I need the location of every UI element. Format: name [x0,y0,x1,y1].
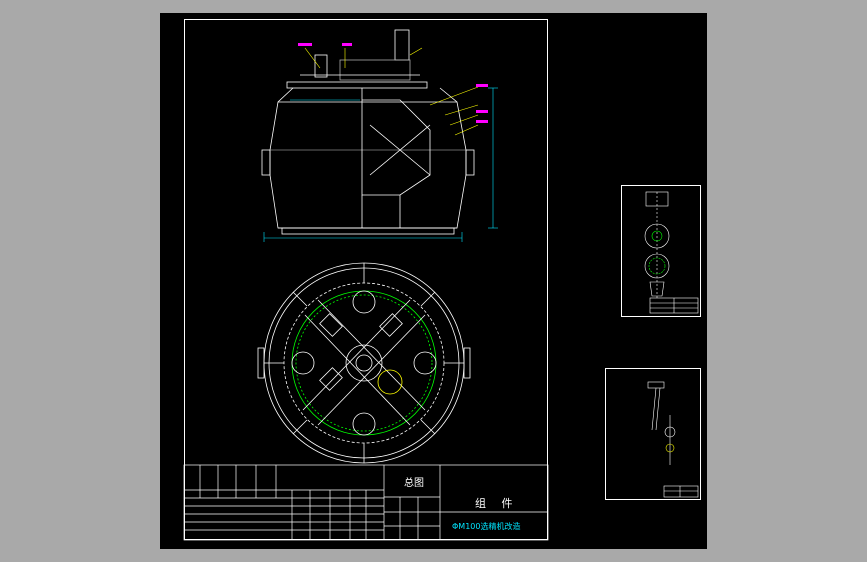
detail-sheet-2 [605,368,701,500]
main-drawing-sheet [184,19,548,540]
project-name: ΦM100选精机改造 [452,522,521,531]
drawing-name: 总图 [404,478,424,489]
drawing-category: 组 件 [475,497,519,510]
detail-sheet-1 [621,185,701,317]
